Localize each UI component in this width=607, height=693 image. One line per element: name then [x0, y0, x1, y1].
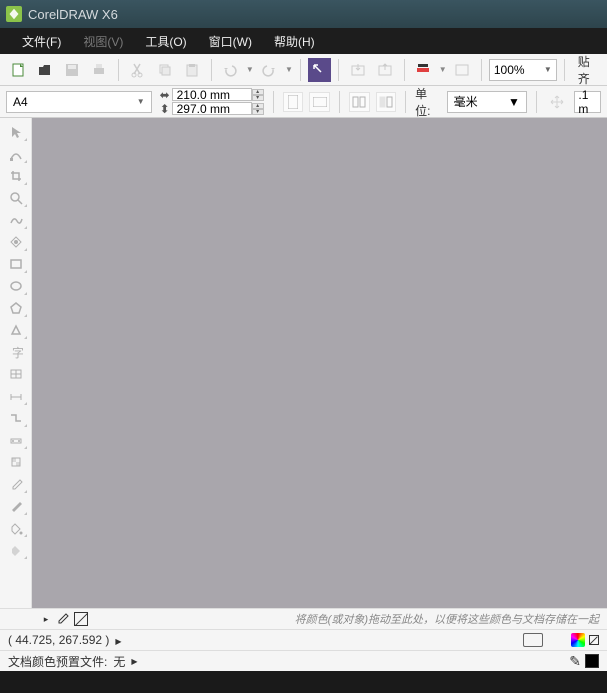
- height-icon: ⬍: [158, 102, 172, 116]
- menu-window[interactable]: 窗口(W): [199, 30, 262, 53]
- ellipse-tool[interactable]: [4, 276, 28, 296]
- page-width-field[interactable]: 210.0 mm: [172, 88, 252, 101]
- unit-value: 毫米: [454, 93, 478, 110]
- undo-dropdown[interactable]: ▼: [246, 65, 254, 74]
- chevron-down-icon: ▼: [508, 95, 520, 109]
- unit-combo[interactable]: 毫米 ▼: [447, 91, 527, 113]
- page-height-field[interactable]: 297.0 mm: [172, 102, 252, 115]
- interactive-fill-tool[interactable]: [4, 540, 28, 560]
- color-preset-label: 文档颜色预置文件:: [8, 653, 107, 670]
- color-proof-icon[interactable]: [571, 633, 585, 647]
- menu-tools[interactable]: 工具(O): [135, 30, 196, 53]
- eyedropper-icon[interactable]: [56, 612, 70, 626]
- smart-fill-tool[interactable]: [4, 232, 28, 252]
- toolbox: 字: [0, 118, 32, 608]
- launch-button[interactable]: [412, 58, 435, 82]
- work-area: 字: [0, 118, 607, 608]
- menubar: 文件(F) 视图(V) 工具(O) 窗口(W) 帮助(H): [0, 28, 607, 54]
- current-page-button[interactable]: [376, 92, 397, 112]
- print-button: [88, 58, 111, 82]
- polygon-tool[interactable]: [4, 298, 28, 318]
- portrait-button[interactable]: [283, 92, 304, 112]
- freehand-tool[interactable]: [4, 210, 28, 230]
- text-tool[interactable]: 字: [4, 342, 28, 362]
- pick-tool[interactable]: [4, 122, 28, 142]
- width-spin-down[interactable]: ▾: [252, 95, 264, 101]
- height-spin-down[interactable]: ▾: [252, 109, 264, 115]
- undo-button: [219, 58, 242, 82]
- all-pages-button[interactable]: [349, 92, 370, 112]
- chevron-down-icon: ▼: [544, 65, 552, 74]
- basic-shapes-tool[interactable]: [4, 320, 28, 340]
- cut-button: [126, 58, 149, 82]
- redo-button: [258, 58, 281, 82]
- cursor-coords: ( 44.725, 267.592 )▶: [8, 633, 122, 647]
- menu-file[interactable]: 文件(F): [12, 30, 71, 53]
- palette-menu-arrow[interactable]: ▸: [40, 613, 52, 625]
- export-button: [373, 58, 396, 82]
- paper-size-value: A4: [13, 95, 28, 109]
- paper-size-combo[interactable]: A4 ▼: [6, 91, 152, 113]
- new-button[interactable]: [6, 58, 29, 82]
- fill-none-swatch[interactable]: [589, 635, 599, 645]
- search-button[interactable]: [308, 58, 331, 82]
- interactive-tool[interactable]: [4, 430, 28, 450]
- app-title: CorelDRAW X6: [28, 7, 118, 22]
- status-expand-icon[interactable]: ▶: [115, 637, 121, 646]
- crop-tool[interactable]: [4, 166, 28, 186]
- outline-color-swatch[interactable]: [585, 654, 599, 668]
- copy-button: [153, 58, 176, 82]
- tablet-icon[interactable]: [523, 633, 543, 647]
- property-bar: A4 ▼ ⬌210.0 mm▴▾ ⬍297.0 mm▴▾ 单位: 毫米 ▼ .1…: [0, 86, 607, 118]
- menu-view: 视图(V): [73, 30, 133, 53]
- fill-tool[interactable]: [4, 518, 28, 538]
- welcome-button: [451, 58, 474, 82]
- zoom-value: 100%: [494, 63, 525, 77]
- paste-button: [180, 58, 203, 82]
- canvas-area[interactable]: [32, 118, 607, 608]
- snap-label[interactable]: 贴齐: [572, 53, 601, 87]
- dimension-tool[interactable]: [4, 386, 28, 406]
- rectangle-tool[interactable]: [4, 254, 28, 274]
- open-button[interactable]: [33, 58, 56, 82]
- document-palette: ▸ 将颜色(或对象)拖动至此处，以便将这些颜色与文档存储在一起: [0, 608, 607, 629]
- landscape-button[interactable]: [309, 92, 330, 112]
- nudge-icon: [546, 90, 569, 114]
- redo-dropdown[interactable]: ▼: [285, 65, 293, 74]
- shape-tool[interactable]: [4, 144, 28, 164]
- no-color-swatch[interactable]: [74, 612, 88, 626]
- nudge-distance-field[interactable]: .1 m: [574, 91, 601, 113]
- chevron-down-icon: ▼: [137, 97, 145, 106]
- svg-text:字: 字: [12, 345, 23, 359]
- save-button: [60, 58, 83, 82]
- app-icon: [6, 6, 22, 22]
- launch-dropdown[interactable]: ▼: [439, 65, 447, 74]
- unit-label: 单位:: [415, 85, 441, 119]
- status-expand-icon[interactable]: ▶: [131, 657, 137, 666]
- table-tool[interactable]: [4, 364, 28, 384]
- status-bar-preset: 文档颜色预置文件: 无 ▶ ✎: [0, 650, 607, 671]
- zoom-tool[interactable]: [4, 188, 28, 208]
- outline-tool[interactable]: [4, 496, 28, 516]
- zoom-combo[interactable]: 100% ▼: [489, 59, 557, 81]
- menu-help[interactable]: 帮助(H): [264, 30, 325, 53]
- palette-hint: 将颜色(或对象)拖动至此处，以便将这些颜色与文档存储在一起: [295, 611, 599, 627]
- transparency-tool[interactable]: [4, 452, 28, 472]
- outline-pen-icon[interactable]: ✎: [569, 653, 581, 670]
- width-icon: ⬌: [158, 88, 172, 102]
- import-button: [346, 58, 369, 82]
- color-preset-value: 无: [113, 653, 125, 670]
- eyedropper-tool[interactable]: [4, 474, 28, 494]
- connector-tool[interactable]: [4, 408, 28, 428]
- titlebar: CorelDRAW X6: [0, 0, 607, 28]
- status-bar-coords: ( 44.725, 267.592 )▶: [0, 629, 607, 650]
- standard-toolbar: ▼ ▼ ▼ 100% ▼ 贴齐: [0, 54, 607, 86]
